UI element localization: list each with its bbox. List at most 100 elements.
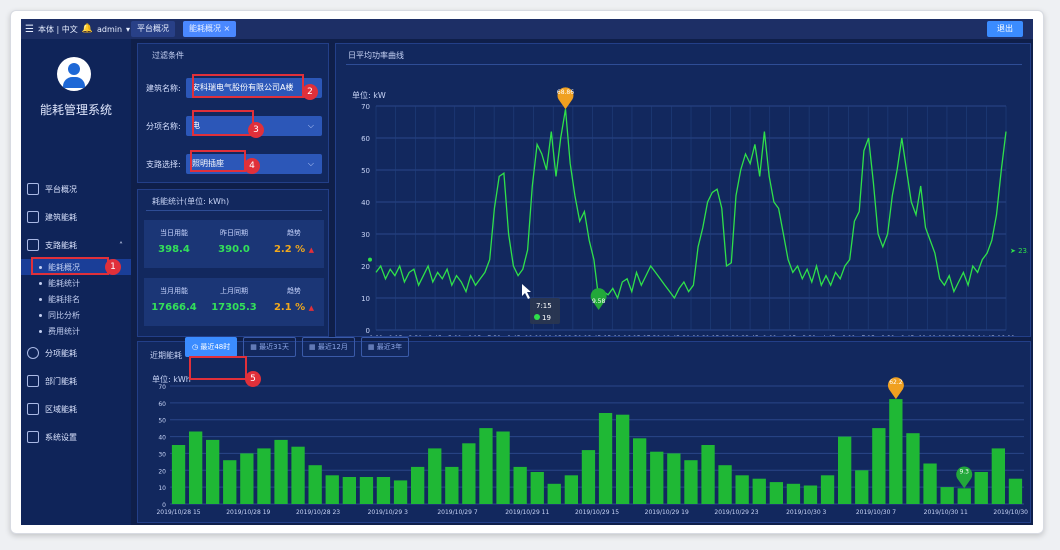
chevron-down-icon: ⌵	[307, 121, 314, 130]
last-value-label: ➤ 23.48	[1010, 247, 1028, 255]
bar	[667, 453, 681, 504]
tab-3y[interactable]: ▦ 最近3年	[360, 337, 410, 357]
bar	[496, 431, 510, 504]
calendar-icon: ▦	[367, 343, 375, 351]
bar	[428, 448, 442, 504]
bar	[820, 475, 835, 504]
bar	[735, 475, 749, 504]
user-name[interactable]: admin	[97, 25, 122, 34]
y-tick-label: 20	[158, 468, 166, 475]
x-tick-label: 22:30	[722, 335, 739, 336]
bar	[906, 433, 920, 504]
bar	[684, 460, 698, 504]
recent-energy-chart[interactable]: 单位: kWh 0 10 20 30 40 50 60 70 62.2 9.3 2019/10/28 …	[140, 372, 1030, 522]
type-row: 分项名称:	[146, 116, 181, 136]
bar	[650, 451, 664, 504]
sidebar-item-platform[interactable]: 平台概况	[21, 175, 131, 203]
tab-12m[interactable]: ▦ 最近12月	[302, 337, 355, 357]
sidebar-item-region[interactable]: 区域能耗	[21, 395, 131, 423]
sidebar-item-subitem[interactable]: 分项能耗	[21, 339, 131, 367]
bar	[223, 460, 237, 504]
divider	[146, 210, 322, 211]
callout-badge-4: 4	[244, 158, 260, 174]
bar	[189, 431, 203, 504]
sidebar-sub-yoy[interactable]: 同比分析	[21, 307, 131, 323]
y-tick-label: 60	[361, 135, 370, 143]
sidebar-sub-energy-rank[interactable]: 能耗排名	[21, 291, 131, 307]
bar	[171, 445, 186, 504]
tab-48h[interactable]: ◷ 最近48时	[185, 337, 238, 357]
max-label: 68.86	[557, 89, 574, 96]
sidebar-item-label: 费用统计	[48, 326, 80, 336]
tooltip-time: 7:15	[536, 302, 552, 310]
sidebar-item-settings[interactable]: 系统设置	[21, 423, 131, 451]
x-tick-label: 2019/10/29 19	[645, 509, 689, 516]
x-tick-label: 2019/10/29 3	[368, 509, 408, 516]
bar	[462, 443, 476, 504]
y-tick-label: 30	[361, 231, 370, 239]
bell-icon[interactable]: 🔔	[82, 24, 93, 34]
x-tick-label: 20:00	[682, 335, 699, 336]
callout-box-4	[190, 150, 246, 172]
trend-up-icon: ▲	[308, 304, 315, 312]
sidebar-item-label: 同比分析	[48, 310, 80, 320]
stat-yesterday: 昨日同期 390.0	[204, 220, 264, 268]
clock-icon: ◷	[192, 343, 199, 351]
sidebar-item-label: 能耗排名	[48, 294, 80, 304]
sidebar-item-branch[interactable]: 支路能耗 ˄	[21, 231, 131, 259]
y-tick-label: 60	[158, 401, 166, 408]
bar	[206, 439, 220, 504]
divider	[346, 64, 1022, 65]
bar	[581, 450, 596, 504]
x-tick-label: 13:30	[958, 335, 975, 336]
tab-31d[interactable]: ▦ 最近31天	[243, 337, 297, 357]
hamburger-icon[interactable]: ☰	[25, 24, 34, 35]
y-axis-unit: 单位: kW	[352, 90, 386, 100]
bar	[393, 480, 408, 504]
y-tick-label: 70	[361, 103, 370, 111]
chevron-down-icon: ⌵	[307, 159, 314, 168]
building-label: 建筑名称:	[146, 83, 181, 93]
sidebar-item-building[interactable]: 建筑能耗	[21, 203, 131, 231]
x-tick-label: 2019/10/29 15	[575, 509, 619, 516]
stat-today: 当日用能 398.4	[144, 220, 204, 268]
x-tick-label: 7:30	[487, 335, 501, 336]
sidebar-item-department[interactable]: 部门能耗	[21, 367, 131, 395]
x-tick-label: 2019/10/30 7	[856, 509, 896, 516]
tab-platform[interactable]: 平台概况	[131, 21, 175, 37]
y-tick-label: 50	[361, 167, 370, 175]
callout-box-2	[192, 74, 304, 98]
top-left-text[interactable]: 本体 | 中文	[38, 24, 78, 35]
x-tick-label: 0:00	[369, 335, 383, 336]
bar	[616, 414, 630, 504]
callout-box-1	[31, 257, 109, 275]
callout-box-3	[192, 110, 254, 136]
sidebar-sub-cost[interactable]: 费用统计	[21, 323, 131, 339]
x-tick-label: 7:15	[861, 335, 875, 336]
bar	[445, 466, 459, 504]
stat-value: 2.1 %	[273, 302, 306, 313]
power-curve-chart[interactable]: 单位: kW 0 10 20 30 40 50 60 70 0:00 1:15 2:30 3:45 5:0…	[338, 66, 1028, 336]
x-tick-label: 2:15	[783, 335, 797, 336]
stat-value: 2.2 %	[273, 244, 306, 255]
bar	[342, 477, 356, 504]
bar	[838, 436, 852, 504]
sidebar-item-label: 系统设置	[45, 432, 77, 442]
x-tick-label: 12:15	[938, 335, 955, 336]
chevron-down-icon[interactable]: ▾	[126, 25, 130, 34]
sidebar-sub-energy-stats[interactable]: 能耗统计	[21, 275, 131, 291]
stat-label: 趋势	[287, 287, 301, 295]
window-frame: ☰ 本体 | 中文 🔔 admin ▾ 平台概况 能耗概况 × 退出 能耗管理系…	[10, 10, 1044, 534]
y-tick-label: 0	[366, 327, 370, 335]
bullet-icon	[39, 313, 42, 317]
tooltip-value: 19	[542, 314, 551, 322]
tab-energy-overview[interactable]: 能耗概况 ×	[183, 21, 237, 37]
x-tick-label: 2019/10/28 19	[226, 509, 270, 516]
calendar-icon: ▦	[250, 343, 257, 351]
stat-label: 当日用能	[160, 229, 188, 237]
exit-button[interactable]: 退出	[987, 21, 1023, 37]
bar	[855, 470, 869, 504]
x-tick-label: 17:30	[643, 335, 660, 336]
building-row: 建筑名称:	[146, 78, 181, 98]
power-curve-panel: 日平均功率曲线 单位: kW 0 10 20 30 40 50 60 70 0:00 1:15 2:3…	[335, 43, 1031, 337]
